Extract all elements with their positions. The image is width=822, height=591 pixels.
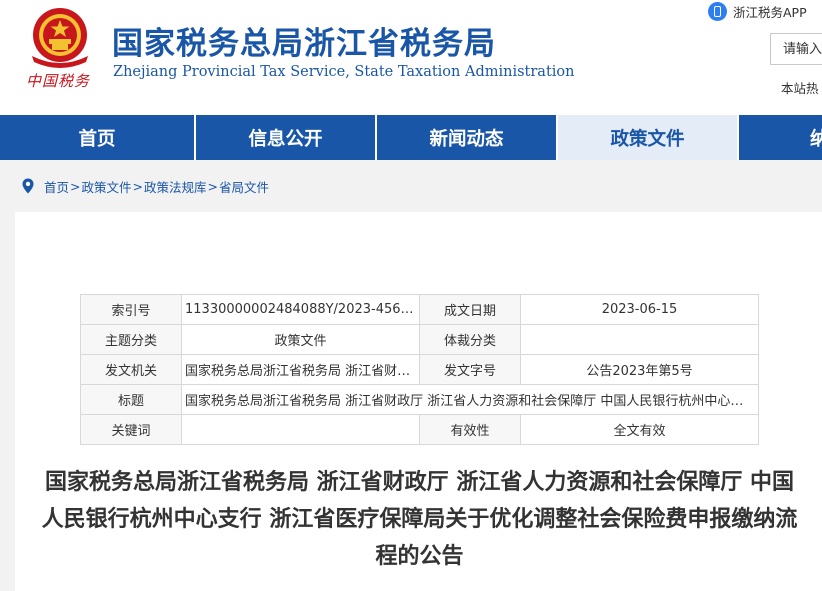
breadcrumb-separator: > <box>132 178 143 194</box>
validity-label: 有效性 <box>419 414 521 445</box>
app-link-label: 浙江税务APP <box>733 4 807 20</box>
breadcrumb: 首页 > 政策文件 > 政策法规库 > 省局文件 <box>22 177 269 196</box>
index-no-label: 索引号 <box>80 294 182 325</box>
breadcrumb-regulations[interactable]: 政策法规库 <box>144 177 207 196</box>
issuer-label: 发文机关 <box>80 354 182 385</box>
nav-item-home[interactable]: 首页 <box>0 115 194 160</box>
table-row: 主题分类 政策文件 体裁分类 <box>80 324 759 355</box>
title-value: 国家税务总局浙江省税务局 浙江省财政厅 浙江省人力资源和社会保障厅 中国人民银行… <box>181 384 759 415</box>
docno-label: 发文字号 <box>419 354 521 385</box>
breadcrumb-home[interactable]: 首页 <box>44 177 69 196</box>
docno-value: 公告2023年第5号 <box>520 354 759 385</box>
brand-script-logo: 中国税务 <box>26 72 91 90</box>
app-download-link[interactable]: 浙江税务APP <box>708 0 807 22</box>
site-title[interactable]: 国家税务总局浙江省税务局 <box>112 18 496 63</box>
nav-item-taxpayer[interactable]: 纳税 <box>737 115 822 160</box>
topic-value: 政策文件 <box>181 324 420 355</box>
keywords-value <box>181 414 420 445</box>
validity-value: 全文有效 <box>520 414 759 445</box>
nav-item-policy[interactable]: 政策文件 <box>556 115 737 160</box>
site-title-en: Zhejiang Provincial Tax Service, State T… <box>113 64 575 80</box>
site-header: 中国税务 国家税务总局浙江省税务局 Zhejiang Provincial Ta… <box>0 0 822 115</box>
document-title: 国家税务总局浙江省税务局 浙江省财政厅 浙江省人力资源和社会保障厅 中国人民银行… <box>41 470 798 569</box>
breadcrumb-provincial-docs[interactable]: 省局文件 <box>219 177 269 196</box>
breadcrumb-separator: > <box>207 178 218 194</box>
phone-app-icon <box>708 1 727 21</box>
keywords-label: 关键词 <box>80 414 182 445</box>
breadcrumb-policy[interactable]: 政策文件 <box>82 177 132 196</box>
location-pin-icon <box>22 178 34 194</box>
table-row: 标题 国家税务总局浙江省税务局 浙江省财政厅 浙江省人力资源和社会保障厅 中国人… <box>80 384 759 415</box>
issuer-value: 国家税务总局浙江省税务局 浙江省财政厅 <box>181 354 420 385</box>
genre-value <box>520 324 759 355</box>
topic-label: 主题分类 <box>80 324 182 355</box>
table-row: 关键词 有效性 全文有效 <box>80 414 759 445</box>
nav-item-news[interactable]: 新闻动态 <box>375 115 556 160</box>
hot-search-label: 本站热 <box>781 81 819 96</box>
date-label: 成文日期 <box>419 294 521 325</box>
index-no-value: 11330000002484088Y/2023-45607 <box>181 294 420 325</box>
nav-item-info-disclosure[interactable]: 信息公开 <box>194 115 375 160</box>
breadcrumb-separator: > <box>70 178 81 194</box>
main-nav: 首页 信息公开 新闻动态 政策文件 纳税 <box>0 115 822 160</box>
genre-label: 体裁分类 <box>419 324 521 355</box>
date-value: 2023-06-15 <box>520 294 759 325</box>
national-emblem-icon <box>32 8 88 68</box>
search-input[interactable] <box>770 33 822 65</box>
title-label: 标题 <box>80 384 182 415</box>
table-row: 发文机关 国家税务总局浙江省税务局 浙江省财政厅 发文字号 公告2023年第5号 <box>80 354 759 385</box>
table-row: 索引号 11330000002484088Y/2023-45607 成文日期 2… <box>80 294 759 325</box>
document-metadata-table: 索引号 11330000002484088Y/2023-45607 成文日期 2… <box>80 294 759 445</box>
